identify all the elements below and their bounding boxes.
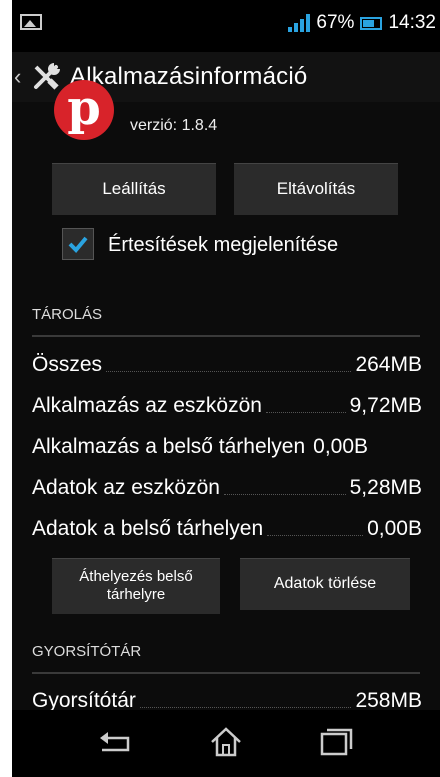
storage-row-data-device: Adatok az eszközön 5,28MB <box>32 476 422 499</box>
recent-apps-icon[interactable] <box>316 724 356 760</box>
signal-icon <box>288 14 311 32</box>
storage-section-header: TÁROLÁS <box>32 306 420 337</box>
page-title: Alkalmazásinformáció <box>70 63 308 90</box>
app-logo: p <box>54 80 114 140</box>
app-version: verzió: 1.8.4 <box>130 117 218 134</box>
clock: 14:32 <box>388 12 436 33</box>
status-bar: 67% 14:32 <box>12 0 440 52</box>
stop-button[interactable]: Leállítás <box>52 163 216 215</box>
move-to-internal-button[interactable]: Áthelyezés belső tárhelyre <box>52 558 220 614</box>
phone-screen: 67% 14:32 ‹ Alkalmazásinformáció p verzi… <box>12 0 440 777</box>
image-notification-icon <box>20 14 42 30</box>
battery-percent: 67% <box>316 12 355 33</box>
notifications-label: Értesítések megjelenítése <box>108 234 339 256</box>
navigation-bar <box>12 710 440 777</box>
notifications-checkbox[interactable] <box>62 228 94 260</box>
home-icon[interactable] <box>206 724 246 760</box>
clear-data-button[interactable]: Adatok törlése <box>240 558 410 610</box>
back-icon[interactable] <box>96 724 136 760</box>
cache-section-header: GYORSÍTÓTÁR <box>32 643 420 674</box>
battery-icon <box>360 16 383 30</box>
back-caret-icon[interactable]: ‹ <box>14 64 28 90</box>
cache-row: Gyorsítótár 258MB <box>32 689 422 712</box>
settings-tools-icon <box>34 63 60 90</box>
storage-row-data-internal: Adatok a belső tárhelyen 0,00B <box>32 517 422 540</box>
checkmark-icon <box>68 236 88 253</box>
storage-row-app-device: Alkalmazás az eszközön 9,72MB <box>32 394 422 417</box>
storage-row-app-internal: Alkalmazás a belső tárhelyen 0,00B <box>32 435 369 458</box>
uninstall-button[interactable]: Eltávolítás <box>234 163 398 215</box>
storage-row-total: Összes 264MB <box>32 353 422 376</box>
app-header: p verzió: 1.8.4 <box>12 80 440 150</box>
